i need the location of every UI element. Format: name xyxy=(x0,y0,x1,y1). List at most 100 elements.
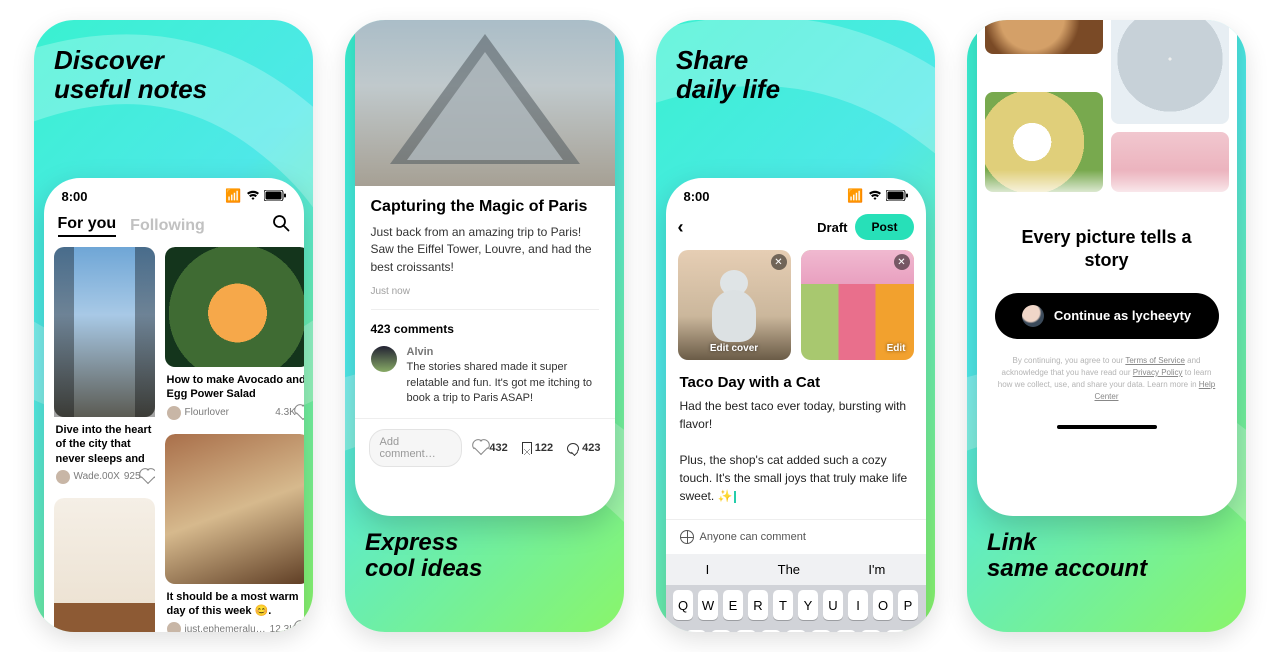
headline-caption: Every picture tells a story xyxy=(977,200,1237,293)
edit-cover-label[interactable]: Edit cover xyxy=(710,343,758,354)
feed-card[interactable]: Boutique Collection of Autumn / Winter S… xyxy=(54,498,155,632)
post-desc: Just back from an amazing trip to Paris!… xyxy=(371,224,599,276)
keyboard-key[interactable]: G xyxy=(786,630,806,632)
keyboard-key[interactable]: A xyxy=(686,630,706,632)
compose-text[interactable]: Had the best taco ever today, bursting w… xyxy=(666,397,926,505)
feed-card[interactable]: It should be a most warm day of this wee… xyxy=(165,434,304,632)
remove-photo-icon[interactable]: ✕ xyxy=(894,254,910,270)
keyboard-key[interactable]: J xyxy=(836,630,856,632)
heart-icon xyxy=(474,441,488,455)
add-comment-input[interactable]: Add comment… xyxy=(369,429,463,467)
edit-label[interactable]: Edit xyxy=(887,343,906,354)
keyboard-key[interactable]: K xyxy=(861,630,881,632)
post-time: Just now xyxy=(371,286,599,297)
privacy-link[interactable]: Privacy Policy xyxy=(1133,368,1183,377)
fade-overlay xyxy=(977,170,1237,200)
legal-text: By continuing, you agree to our Terms of… xyxy=(977,339,1237,419)
back-icon[interactable]: ‹ xyxy=(678,217,684,238)
heart-icon xyxy=(140,470,154,484)
headline: Share daily life xyxy=(656,20,935,119)
bookmark-icon xyxy=(522,442,532,454)
reaction-bar: Add comment… 432 122 423 xyxy=(355,418,615,477)
keyboard-key[interactable]: W xyxy=(698,590,718,620)
post-button[interactable]: Post xyxy=(855,214,913,240)
keyboard-key[interactable]: Q xyxy=(673,590,693,620)
avatar-icon xyxy=(1022,305,1044,327)
card-likes: 12.3K xyxy=(270,624,296,632)
wifi-icon xyxy=(868,189,882,204)
keyboard-key[interactable]: L xyxy=(886,630,906,632)
card-likes: 4.3K xyxy=(275,407,296,418)
gallery-image xyxy=(1111,20,1229,124)
keyboard: QWERTYUIOP A S D F G H J K L xyxy=(666,585,926,632)
phone-discover: 8:00 📶 For you Following Dive into the h… xyxy=(44,178,304,632)
phone-signin: Every picture tells a story Continue as … xyxy=(977,20,1237,516)
search-icon[interactable] xyxy=(272,214,290,237)
keyboard-key[interactable]: I xyxy=(848,590,868,620)
bookmark-button[interactable]: 122 xyxy=(522,442,553,454)
like-button[interactable]: 432 xyxy=(476,442,507,454)
post-title: Capturing the Magic of Paris xyxy=(371,198,599,216)
card-image xyxy=(165,434,304,584)
phone-post: Capturing the Magic of Paris Just back f… xyxy=(355,20,615,516)
status-bar: 8:00 📶 xyxy=(44,178,304,208)
suggestion[interactable]: The xyxy=(778,562,800,577)
tab-following[interactable]: Following xyxy=(130,217,205,235)
keyboard-key[interactable]: T xyxy=(773,590,793,620)
card-meta: just.ephemeralu… 12.3K xyxy=(165,622,304,632)
status-time: 8:00 xyxy=(62,189,88,204)
compose-photo[interactable]: ✕ Edit cover xyxy=(678,250,791,360)
remove-photo-icon[interactable]: ✕ xyxy=(771,254,787,270)
suggestion[interactable]: I'm xyxy=(868,562,885,577)
compose-photo[interactable]: ✕ Edit xyxy=(801,250,914,360)
card-image xyxy=(54,247,155,417)
avatar-icon xyxy=(56,470,70,484)
tab-for-you[interactable]: For you xyxy=(58,215,117,237)
feed-card[interactable]: How to make Avocado and Egg Power Salad … xyxy=(165,247,304,426)
keyboard-key[interactable]: U xyxy=(823,590,843,620)
keyboard-key[interactable]: D xyxy=(736,630,756,632)
status-icons: 📶 xyxy=(225,188,285,204)
battery-icon xyxy=(886,189,908,204)
battery-icon xyxy=(264,189,286,204)
post-hero-image[interactable] xyxy=(355,20,615,186)
card-title: It should be a most warm day of this wee… xyxy=(165,584,304,623)
card-meta: Wade.00X 925 xyxy=(54,470,155,490)
promo-panel-express: Capturing the Magic of Paris Just back f… xyxy=(345,20,624,632)
card-user: just.ephemeralu… xyxy=(185,624,266,632)
commenter-name: Alvin xyxy=(407,346,599,358)
status-icons: 📶 xyxy=(847,188,907,204)
card-user: Wade.00X xyxy=(74,471,120,482)
heart-icon xyxy=(296,406,304,420)
avatar-icon xyxy=(167,406,181,420)
comment[interactable]: Alvin The stories shared made it super r… xyxy=(371,346,599,406)
tos-link[interactable]: Terms of Service xyxy=(1125,356,1185,365)
keyboard-key[interactable]: Y xyxy=(798,590,818,620)
home-indicator xyxy=(1057,425,1157,429)
compose-title[interactable]: Taco Day with a Cat xyxy=(666,360,926,397)
card-image xyxy=(54,498,155,632)
keyboard-key[interactable]: E xyxy=(723,590,743,620)
text-cursor xyxy=(734,491,736,503)
keyboard-key[interactable]: S xyxy=(711,630,731,632)
privacy-row[interactable]: Anyone can comment xyxy=(666,519,926,554)
phone-compose: 8:00 📶 ‹ Draft Post ✕ Edit cover ✕ xyxy=(666,178,926,632)
keyboard-key[interactable]: O xyxy=(873,590,893,620)
wifi-icon xyxy=(246,189,260,204)
status-time: 8:00 xyxy=(684,189,710,204)
headline: Discover useful notes xyxy=(34,20,313,119)
card-title: How to make Avocado and Egg Power Salad xyxy=(165,367,304,406)
keyboard-key[interactable]: H xyxy=(811,630,831,632)
feed-tabs: For you Following xyxy=(44,208,304,247)
comment-button[interactable]: 423 xyxy=(567,442,600,454)
keyboard-key[interactable]: P xyxy=(898,590,918,620)
draft-button[interactable]: Draft xyxy=(817,220,847,235)
feed-card[interactable]: Dive into the heart of the city that nev… xyxy=(54,247,155,490)
avatar-icon xyxy=(371,346,397,372)
continue-button[interactable]: Continue as lycheeyty xyxy=(995,293,1219,339)
suggestion[interactable]: I xyxy=(706,562,710,577)
keyboard-key[interactable]: R xyxy=(748,590,768,620)
promo-panel-share: Share daily life 8:00 📶 ‹ Draft Post ✕ E… xyxy=(656,20,935,632)
signal-icon: 📶 xyxy=(225,188,241,204)
keyboard-key[interactable]: F xyxy=(761,630,781,632)
